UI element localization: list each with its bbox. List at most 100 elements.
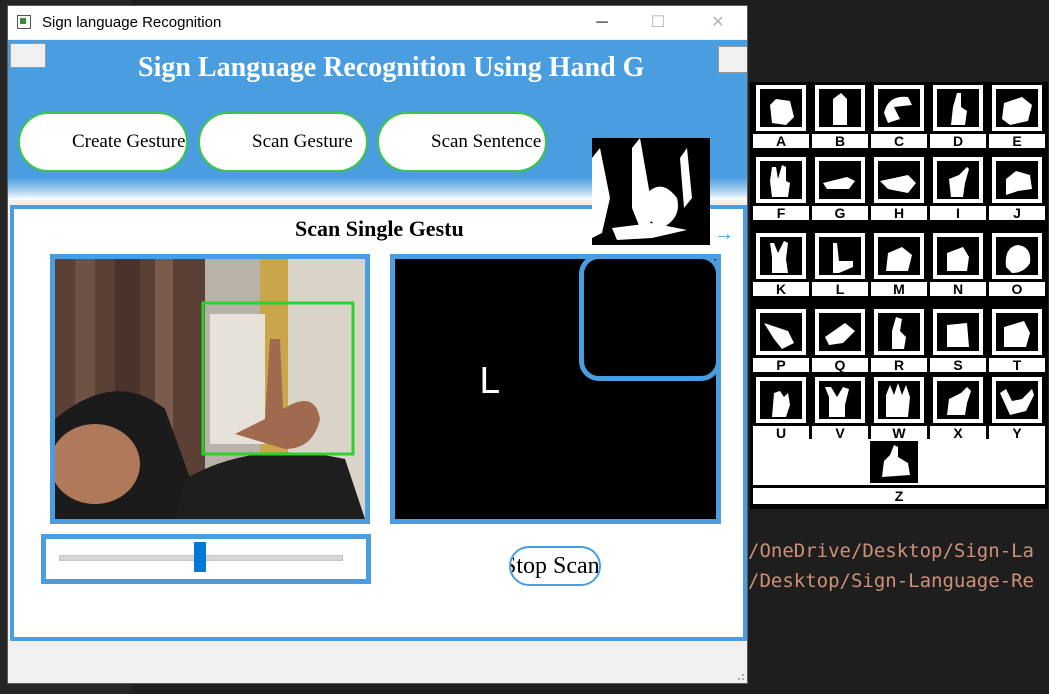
hand-sign-c-icon: [878, 89, 920, 127]
hand-mask-window[interactable]: [592, 138, 710, 245]
gesture-cell-p: P: [753, 307, 809, 373]
gesture-label-h: H: [871, 206, 927, 220]
window-title: Sign language Recognition: [42, 14, 222, 31]
gesture-image-c: [874, 85, 924, 131]
gesture-cell-m: M: [871, 231, 927, 297]
gesture-cell-j: J: [989, 155, 1045, 221]
gesture-image-y: [992, 377, 1042, 423]
gesture-cell-n: N: [930, 231, 986, 297]
hand-sign-w-icon: [878, 381, 920, 419]
hand-sign-m-icon: [878, 237, 920, 275]
hand-sign-y-icon: [996, 381, 1038, 419]
gesture-label-x: X: [930, 426, 986, 440]
hand-sign-b-icon: [819, 89, 861, 127]
gesture-cell-u: U: [753, 375, 809, 441]
gesture-image-g: [815, 157, 865, 203]
hand-sign-k-icon: [760, 237, 802, 275]
gesture-image-d: [933, 85, 983, 131]
hand-sign-g-icon: [819, 161, 861, 199]
gesture-label-o: O: [989, 282, 1045, 296]
scan-sentence-button[interactable]: Scan Sentence: [377, 112, 547, 172]
hand-sign-f-icon: [760, 161, 802, 199]
gesture-cell-v: V: [812, 375, 868, 441]
scan-panel: Scan Single Gestu → L Stop Scan: [10, 205, 747, 641]
gesture-cell-t: T: [989, 307, 1045, 373]
title-bar[interactable]: Sign language Recognition ─ ☐ ✕: [8, 6, 747, 39]
terminal-path-line-2: /Desktop/Sign-Language-Re: [748, 570, 1034, 592]
gesture-label-g: G: [812, 206, 868, 220]
gesture-cell-g: G: [812, 155, 868, 221]
gesture-cell-h: H: [871, 155, 927, 221]
gesture-image-w: [874, 377, 924, 423]
gesture-label-m: M: [871, 282, 927, 296]
gesture-image-h: [874, 157, 924, 203]
minimize-button[interactable]: ─: [579, 11, 625, 35]
gesture-label-v: V: [812, 426, 868, 440]
gesture-image-o: [992, 233, 1042, 279]
scan-gesture-button[interactable]: Scan Gesture: [198, 112, 368, 172]
gesture-cell-d: D: [930, 83, 986, 149]
resize-grip-icon[interactable]: [735, 671, 745, 681]
gesture-label-j: J: [989, 206, 1045, 220]
slider-thumb[interactable]: [194, 542, 206, 572]
gesture-cell-q: Q: [812, 307, 868, 373]
camera-feed: [50, 254, 370, 524]
gesture-label-d: D: [930, 134, 986, 148]
hand-mask-image: [592, 138, 710, 245]
gesture-cell-s: S: [930, 307, 986, 373]
hand-sign-j-icon: [996, 161, 1038, 199]
gesture-label-p: P: [753, 358, 809, 372]
gesture-label-t: T: [989, 358, 1045, 372]
gesture-label-y: Y: [989, 426, 1045, 440]
hand-sign-r-icon: [878, 313, 920, 351]
gesture-z-image: [870, 441, 918, 483]
hand-sign-o-icon: [996, 237, 1038, 275]
stop-scan-label: Stop Scan: [509, 553, 600, 579]
gesture-image-q: [815, 309, 865, 355]
gesture-label-c: C: [871, 134, 927, 148]
arrow-right-icon[interactable]: →: [714, 223, 734, 246]
stop-scan-button[interactable]: Stop Scan: [509, 546, 601, 586]
gesture-cell-e: E: [989, 83, 1045, 149]
hand-sign-x-icon: [937, 381, 979, 419]
maximize-button[interactable]: ☐: [635, 11, 681, 35]
gesture-cell-c: C: [871, 83, 927, 149]
gesture-image-v: [815, 377, 865, 423]
header-right-corner-button[interactable]: [718, 46, 747, 73]
gesture-label-l: L: [812, 282, 868, 296]
gesture-image-s: [933, 309, 983, 355]
gesture-image-j: [992, 157, 1042, 203]
hand-sign-e-icon: [996, 89, 1038, 127]
gesture-image-p: [756, 309, 806, 355]
processed-output-view: L: [390, 254, 721, 524]
gesture-z-row: [753, 439, 1045, 485]
hand-sign-p-icon: [760, 313, 802, 351]
gesture-z-label: Z: [753, 488, 1045, 504]
close-button[interactable]: ✕: [695, 11, 741, 35]
threshold-slider-container: [41, 534, 371, 584]
create-gesture-button[interactable]: Create Gesture: [18, 112, 188, 172]
gesture-label-n: N: [930, 282, 986, 296]
gesture-cell-b: B: [812, 83, 868, 149]
app-icon: [17, 15, 31, 29]
gesture-cell-i: I: [930, 155, 986, 221]
app-window: Sign language Recognition ─ ☐ ✕ Sign Lan…: [7, 5, 748, 684]
hand-sign-l-icon: [819, 237, 861, 275]
gesture-cell-k: K: [753, 231, 809, 297]
gesture-label-b: B: [812, 134, 868, 148]
app-heading: Sign Language Recognition Using Hand G: [138, 52, 645, 83]
gesture-image-i: [933, 157, 983, 203]
gesture-image-l: [815, 233, 865, 279]
hand-sign-n-icon: [937, 237, 979, 275]
gesture-label-a: A: [753, 134, 809, 148]
gesture-label-i: I: [930, 206, 986, 220]
hand-sign-q-icon: [819, 313, 861, 351]
hand-sign-v-icon: [819, 381, 861, 419]
header-left-corner-button[interactable]: [10, 43, 46, 68]
hand-sign-s-icon: [937, 313, 979, 351]
gesture-image-k: [756, 233, 806, 279]
hand-sign-t-icon: [996, 313, 1038, 351]
gesture-label-f: F: [753, 206, 809, 220]
gesture-label-e: E: [989, 134, 1045, 148]
gesture-image-r: [874, 309, 924, 355]
